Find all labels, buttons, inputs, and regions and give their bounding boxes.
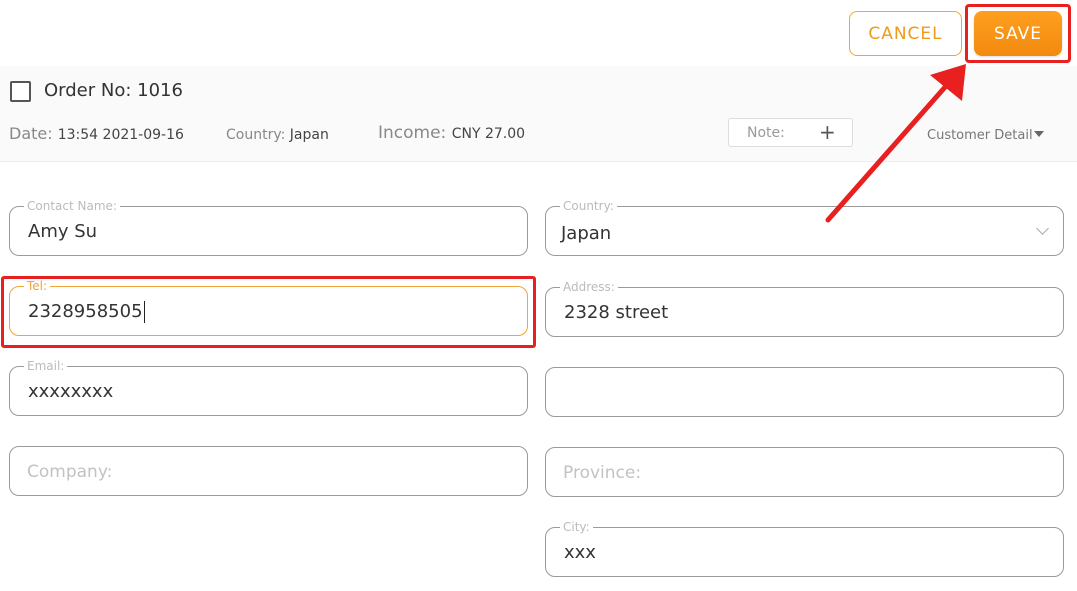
province-field[interactable]: Province: <box>545 447 1064 497</box>
city-field[interactable]: City: xxx <box>545 519 1064 577</box>
company-placeholder[interactable]: Company: <box>27 462 112 482</box>
caret-down-icon[interactable] <box>1034 131 1044 137</box>
cancel-button[interactable]: CANCEL <box>849 11 962 56</box>
city-value[interactable]: xxx <box>564 542 596 563</box>
email-value[interactable]: xxxxxxxx <box>28 381 113 402</box>
company-field[interactable]: Company: <box>9 446 528 496</box>
income-value: CNY 27.00 <box>451 126 526 142</box>
contact-name-field[interactable]: Contact Name: Amy Su <box>9 198 528 256</box>
address-field[interactable]: Address: 2328 street <box>545 279 1064 337</box>
order-income: Income: CNY 27.00 <box>378 123 525 143</box>
contact-name-value[interactable]: Amy Su <box>28 221 97 242</box>
date-label: Date: <box>9 124 53 143</box>
address-label: Address: <box>560 279 618 295</box>
country-label: Country: <box>226 127 286 143</box>
customer-detail-toggle[interactable]: Customer Detail <box>927 128 1033 143</box>
chevron-down-icon[interactable] <box>1036 222 1049 235</box>
order-title: Order No: 1016 <box>44 80 183 101</box>
country-field-label: Country: <box>560 198 617 214</box>
province-placeholder[interactable]: Province: <box>563 463 641 483</box>
email-field[interactable]: Email: xxxxxxxx <box>9 358 528 416</box>
note-button[interactable]: Note: + <box>728 118 853 147</box>
country-value: Japan <box>289 127 329 143</box>
order-date: Date: 13:54 2021-09-16 <box>9 124 184 143</box>
date-value: 13:54 2021-09-16 <box>57 127 184 143</box>
income-label: Income: <box>378 123 447 143</box>
email-label: Email: <box>24 358 68 374</box>
save-highlight-box <box>965 4 1071 63</box>
country-select[interactable]: Country: Japan <box>545 198 1064 256</box>
address-value[interactable]: 2328 street <box>564 302 668 323</box>
note-label: Note: <box>747 125 785 141</box>
country-field-value[interactable]: Japan <box>561 223 611 244</box>
plus-icon[interactable]: + <box>819 120 836 144</box>
contact-name-label: Contact Name: <box>24 198 120 214</box>
order-country: Country: Japan <box>226 127 329 143</box>
checkbox-icon[interactable] <box>10 81 31 102</box>
tel-highlight-box <box>1 276 536 348</box>
city-label: City: <box>560 519 593 535</box>
address-line-2-field[interactable] <box>545 367 1064 417</box>
